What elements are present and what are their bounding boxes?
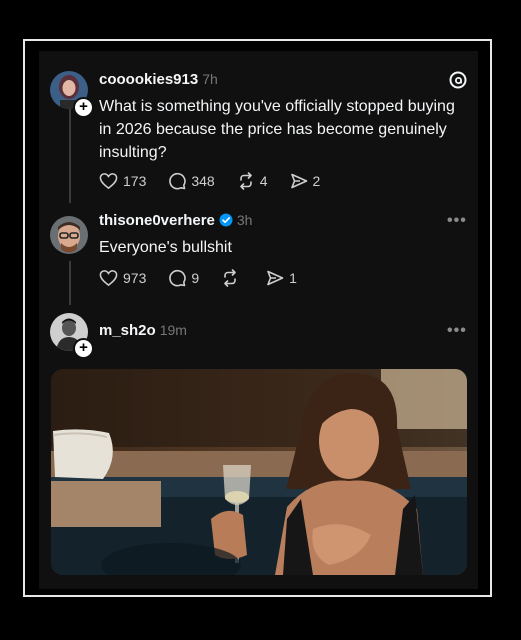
like-button[interactable]: 973 — [99, 269, 146, 287]
threads-logo-icon[interactable] — [449, 71, 467, 94]
share-count: 1 — [289, 270, 297, 286]
send-icon — [290, 173, 307, 189]
reply-button[interactable]: 348 — [168, 172, 215, 190]
post-text: Everyone's bullshit — [99, 239, 232, 256]
post-time: 19m — [159, 322, 187, 338]
share-count: 2 — [312, 173, 321, 189]
send-icon — [267, 270, 284, 286]
post-time: 3h — [236, 212, 253, 228]
username-link[interactable]: m_sh2o — [99, 322, 156, 339]
avatar-thisone0verhere[interactable] — [50, 216, 88, 254]
username-link[interactable]: thisone0verhere — [99, 212, 215, 229]
post-actions: 973 9 1 — [99, 269, 319, 287]
follow-plus-button[interactable]: + — [73, 338, 94, 359]
reply-count: 9 — [191, 270, 200, 286]
post-actions: 173 348 4 2 — [99, 172, 342, 190]
like-count: 173 — [123, 173, 147, 189]
heart-icon — [99, 270, 118, 287]
follow-plus-button[interactable]: + — [73, 97, 94, 118]
like-button[interactable]: 173 — [99, 172, 146, 190]
screenshot-frame: + cooookies913 7h What is something you'v… — [23, 39, 492, 597]
comment-icon — [169, 172, 187, 190]
more-options-button[interactable]: ••• — [447, 212, 467, 230]
post-text: What is something you've officially stop… — [99, 98, 455, 161]
thread-connector-line — [69, 109, 71, 203]
repost-icon — [239, 172, 252, 190]
share-button[interactable]: 2 — [290, 172, 321, 190]
repost-button[interactable] — [221, 269, 244, 287]
post-time: 7h — [202, 71, 218, 87]
post-header: cooookies913 7h — [99, 71, 218, 88]
verified-badge-icon — [219, 213, 233, 231]
repost-count: 4 — [259, 173, 268, 189]
username-link[interactable]: cooookies913 — [99, 71, 198, 88]
share-button[interactable]: 1 — [266, 269, 297, 287]
repost-icon — [224, 269, 236, 287]
reply-button[interactable]: 9 — [168, 269, 199, 287]
repost-button[interactable]: 4 — [237, 172, 268, 190]
comment-icon — [169, 269, 187, 287]
threads-card: + cooookies913 7h What is something you'v… — [39, 51, 478, 589]
thread-connector-line — [69, 261, 71, 305]
reply-count: 348 — [191, 173, 215, 189]
more-options-button[interactable]: ••• — [447, 322, 467, 340]
post-header: m_sh2o 19m — [99, 322, 187, 339]
post-media-gif[interactable] — [51, 369, 467, 575]
post-header: thisone0verhere 3h — [99, 212, 252, 231]
heart-icon — [99, 173, 118, 190]
like-count: 973 — [123, 270, 147, 286]
